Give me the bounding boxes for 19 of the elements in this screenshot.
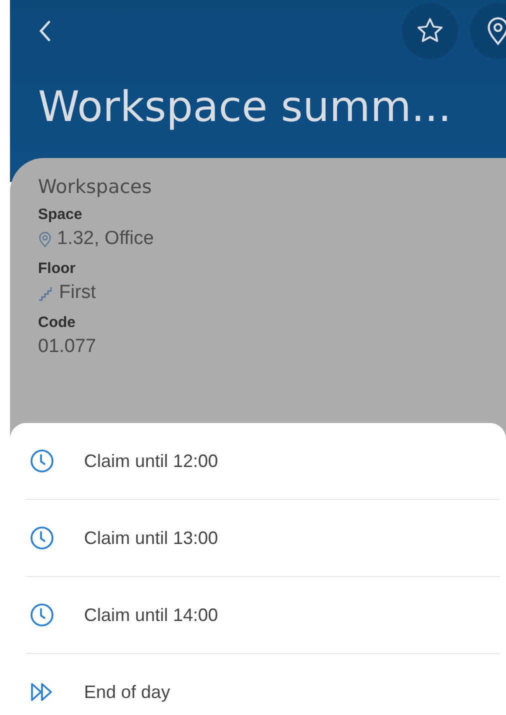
clock-icon [30, 603, 54, 627]
claim-option[interactable]: Claim until 14:00 [26, 577, 500, 654]
field-label: Code [38, 314, 76, 331]
page-title: Workspace summ... [38, 82, 452, 131]
section-heading: Workspaces [38, 176, 153, 198]
field-value: First [59, 282, 96, 304]
field-label: Space [38, 206, 84, 223]
location-pin-icon [38, 230, 52, 248]
clock-icon [30, 526, 54, 550]
claim-option[interactable]: Claim until 13:00 [26, 500, 500, 577]
back-icon[interactable] [38, 20, 52, 42]
claim-option[interactable]: Claim until 12:00 [26, 423, 500, 500]
fast-forward-icon [30, 682, 54, 702]
stairs-icon [38, 285, 54, 301]
field-value: 01.077 [38, 336, 96, 358]
field-label: Floor [38, 260, 76, 277]
clock-icon [30, 449, 54, 473]
claim-option[interactable]: End of day [26, 654, 500, 715]
field-value: 1.32, Office [57, 228, 154, 250]
